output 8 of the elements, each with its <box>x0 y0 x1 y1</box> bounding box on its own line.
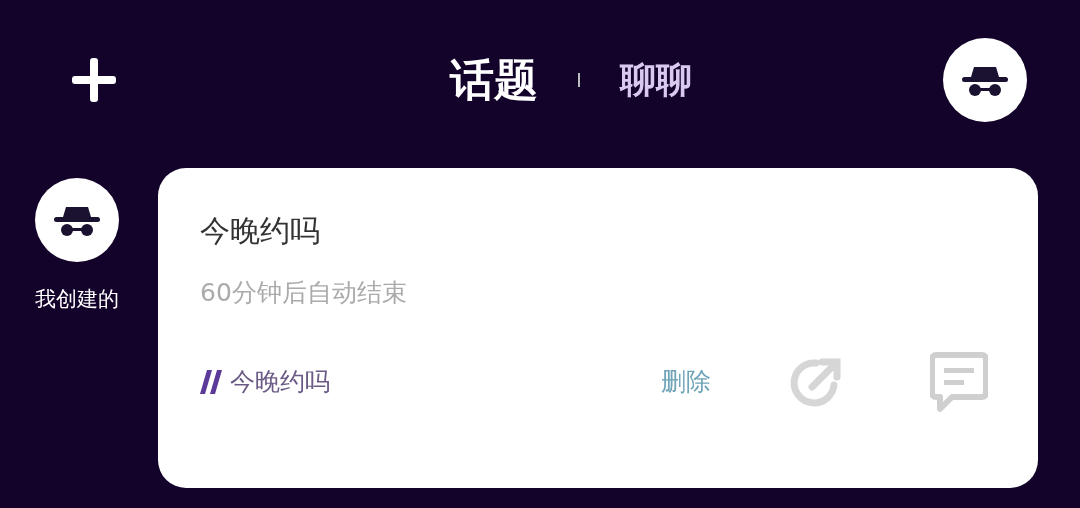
tab[interactable]: 话题 <box>449 58 538 102</box>
plus-icon[interactable] <box>70 56 118 104</box>
tab[interactable]: 聊聊 <box>619 62 692 98</box>
topic-tag[interactable]: 今晚约吗 <box>230 363 330 401</box>
card-title: 今晚约吗 <box>200 216 321 246</box>
card-subtitle: 60分钟后自动结束 <box>200 280 408 305</box>
sidebar-label[interactable]: 我创建的 <box>35 284 119 316</box>
slash-icon <box>200 370 222 394</box>
